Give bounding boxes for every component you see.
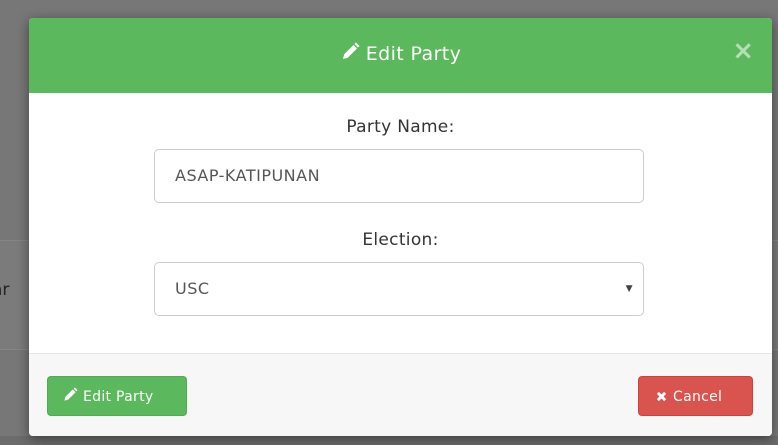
election-selected-value: USC — [175, 279, 210, 298]
edit-party-button-label: Edit Party — [83, 389, 154, 405]
modal-title-text: Edit Party — [365, 43, 462, 65]
pencil-icon — [62, 379, 78, 419]
close-icon[interactable]: × — [732, 38, 754, 64]
edit-party-modal: Edit Party × Party Name: ASAP-KATIPUNAN … — [29, 18, 772, 436]
pencil-icon — [340, 42, 360, 67]
background-partial-text: ar — [0, 280, 10, 300]
modal-body: Party Name: ASAP-KATIPUNAN Election: USC… — [29, 93, 772, 353]
cancel-button-label: Cancel — [673, 389, 723, 405]
times-icon — [655, 379, 668, 419]
party-name-value: ASAP-KATIPUNAN — [175, 166, 321, 185]
modal-header: Edit Party × — [29, 18, 772, 93]
caret-down-icon: ▼ — [625, 284, 633, 294]
party-name-input[interactable]: ASAP-KATIPUNAN — [154, 149, 644, 203]
modal-title: Edit Party — [29, 42, 772, 67]
election-select[interactable]: USC ▼ — [154, 262, 644, 316]
modal-footer: Edit Party Cancel — [29, 353, 772, 436]
background-bottom-strip — [0, 436, 778, 445]
cancel-button[interactable]: Cancel — [638, 376, 753, 416]
edit-party-button[interactable]: Edit Party — [47, 376, 187, 416]
election-label: Election: — [362, 230, 439, 250]
party-name-label: Party Name: — [346, 117, 455, 137]
